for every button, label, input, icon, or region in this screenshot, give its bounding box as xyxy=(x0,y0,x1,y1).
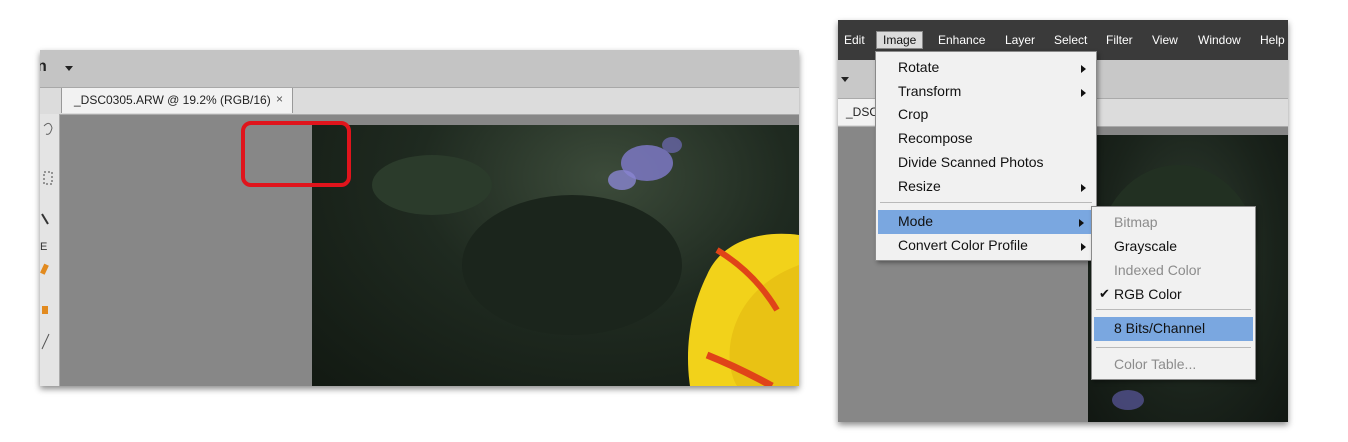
menu-item-label: 8 Bits/Channel xyxy=(1114,320,1206,336)
menu-item-grayscale[interactable]: Grayscale xyxy=(1092,235,1255,259)
photo-yellow-tulip xyxy=(312,125,799,386)
menu-item-label: Color Table... xyxy=(1114,356,1197,372)
pencil-tool-icon xyxy=(40,263,49,275)
menu-item-bitmap[interactable]: Bitmap xyxy=(1092,211,1255,235)
options-dropdown-arrow-icon[interactable] xyxy=(65,66,73,71)
blurred-leaf xyxy=(372,155,492,215)
menu-item-indexed-color[interactable]: Indexed Color xyxy=(1092,259,1255,283)
close-icon[interactable]: × xyxy=(276,92,283,106)
menu-item-label: Divide Scanned Photos xyxy=(898,154,1044,170)
menu-item-label: Convert Color Profile xyxy=(898,237,1028,253)
menu-item-convert-color-profile[interactable]: Convert Color Profile xyxy=(876,234,1096,258)
document-tab-title: _DSC xyxy=(846,105,879,119)
menu-item-transform[interactable]: Transform xyxy=(876,80,1096,104)
marquee-tool-icon xyxy=(43,171,53,185)
submenu-arrow-icon xyxy=(1081,184,1086,192)
menu-separator xyxy=(1096,309,1251,310)
menu-item-label: Transform xyxy=(898,83,962,99)
menu-image[interactable]: Image xyxy=(876,31,924,49)
menu-item-color-table[interactable]: Color Table... xyxy=(1092,353,1255,377)
menu-item-rgb-color[interactable]: ✔ RGB Color xyxy=(1092,283,1255,307)
tulip-photo-graphic xyxy=(372,137,799,386)
menu-item-rotate[interactable]: Rotate xyxy=(876,56,1096,80)
menu-item-8-bits-channel[interactable]: 8 Bits/Channel xyxy=(1094,317,1253,341)
document-tab-bar: _DSC0305.ARW @ 19.2% (RGB/16) × xyxy=(40,88,799,115)
gradient-tool-icon xyxy=(42,306,48,314)
brush-tool-icon xyxy=(41,213,49,225)
menu-item-label: Bitmap xyxy=(1114,214,1158,230)
menu-item-crop[interactable]: Crop xyxy=(876,103,1096,127)
menu-item-label: RGB Color xyxy=(1114,286,1182,302)
blurred-foliage xyxy=(462,195,682,335)
submenu-arrow-icon xyxy=(1081,89,1086,97)
mode-submenu: Bitmap Grayscale Indexed Color ✔ RGB Col… xyxy=(1091,206,1256,380)
line-tool-icon xyxy=(41,333,50,350)
submenu-arrow-icon xyxy=(1079,219,1084,227)
image-menu-dropdown: Rotate Transform Crop Recompose Divide S… xyxy=(875,51,1097,261)
menu-window[interactable]: Window xyxy=(1198,33,1241,47)
left-screenshot: n _DSC0305.ARW @ 19.2% (RGB/16) × E xyxy=(40,50,799,386)
document-tab-title: _DSC0305.ARW @ 19.2% (RGB/16) xyxy=(74,93,271,107)
menu-item-divide-scanned-photos[interactable]: Divide Scanned Photos xyxy=(876,151,1096,175)
menu-separator xyxy=(880,202,1092,203)
toolbox: E xyxy=(40,114,60,386)
options-label-fragment: n xyxy=(40,58,47,75)
document-tab[interactable]: _DSC0305.ARW @ 19.2% (RGB/16) × xyxy=(61,88,293,113)
toolbox-icons: E xyxy=(40,122,53,350)
submenu-arrow-icon xyxy=(1081,65,1086,73)
menu-item-resize[interactable]: Resize xyxy=(876,175,1096,199)
options-dropdown-arrow-icon[interactable] xyxy=(841,77,849,82)
menu-edit[interactable]: Edit xyxy=(844,33,865,47)
checkmark-icon: ✔ xyxy=(1099,286,1110,301)
menu-item-label: Crop xyxy=(898,106,929,122)
menu-select[interactable]: Select xyxy=(1054,33,1087,47)
tool-options-bar: n xyxy=(40,50,799,88)
blue-flower xyxy=(1112,390,1144,410)
tab-title-highlight-frame xyxy=(241,121,351,187)
submenu-arrow-icon xyxy=(1081,243,1086,251)
menu-item-label: Recompose xyxy=(898,130,973,146)
lasso-tool-icon xyxy=(43,122,53,135)
blue-flower xyxy=(608,170,636,190)
menu-item-mode[interactable]: Mode xyxy=(878,210,1094,234)
menu-item-label: Mode xyxy=(898,213,934,229)
menu-item-label: Grayscale xyxy=(1114,238,1178,254)
menu-view[interactable]: View xyxy=(1152,33,1178,47)
menu-separator xyxy=(1096,347,1251,348)
menu-item-label: Resize xyxy=(898,178,941,194)
blue-flower xyxy=(662,137,682,153)
menu-layer[interactable]: Layer xyxy=(1005,33,1035,47)
menu-item-label: Indexed Color xyxy=(1114,262,1202,278)
menu-enhance[interactable]: Enhance xyxy=(938,33,985,47)
menu-filter[interactable]: Filter xyxy=(1106,33,1133,47)
menu-help[interactable]: Help xyxy=(1260,33,1285,47)
menu-item-label: Rotate xyxy=(898,59,940,75)
right-screenshot: Edit Image Enhance Layer Select Filter V… xyxy=(838,20,1288,422)
menu-item-recompose[interactable]: Recompose xyxy=(876,127,1096,151)
type-tool-icon: E xyxy=(40,241,47,253)
